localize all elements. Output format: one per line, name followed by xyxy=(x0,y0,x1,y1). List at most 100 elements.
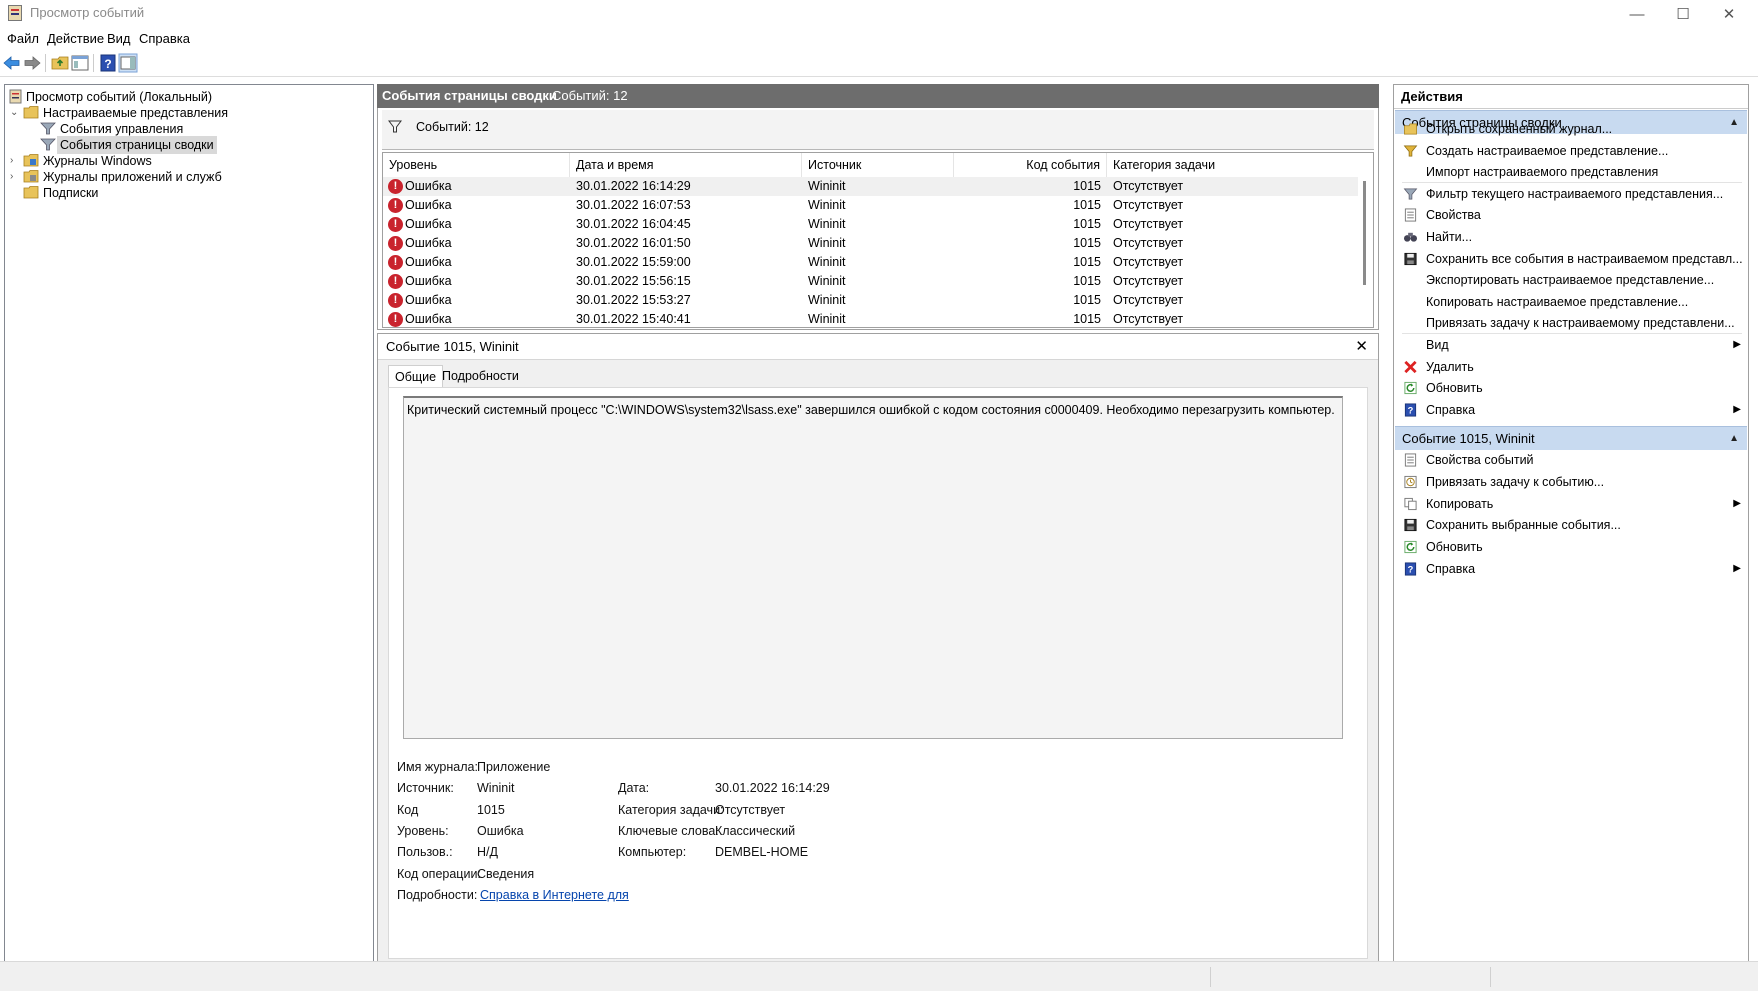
action-items1-0[interactable]: Открыть сохраненный журнал... xyxy=(1395,117,1747,141)
action-items1-6[interactable]: Сохранить все события в настраиваемом пр… xyxy=(1395,247,1747,271)
attach-task-icon xyxy=(1404,475,1417,488)
submenu-arrow-icon: ▶ xyxy=(1733,563,1741,574)
maximize-button[interactable]: ☐ xyxy=(1660,0,1706,28)
vertical-scrollbar[interactable] xyxy=(1358,177,1373,327)
action-label: Найти... xyxy=(1426,230,1473,244)
computer-value[interactable]: DEMBEL-HOME xyxy=(715,845,808,859)
action-items2-3[interactable]: Сохранить выбранные события... xyxy=(1395,513,1747,537)
menu-help[interactable]: Справка xyxy=(139,31,190,46)
opcode-value[interactable]: Сведения xyxy=(477,867,534,881)
action-label: Удалить xyxy=(1426,359,1474,374)
action-items2-1[interactable]: Привязать задачу к событию... xyxy=(1395,470,1747,494)
open-log-icon xyxy=(1404,123,1417,135)
log-name-value[interactable]: Приложение xyxy=(477,760,550,774)
cell-event-id: 1015 xyxy=(1073,179,1101,193)
source-value[interactable]: Wininit xyxy=(477,781,515,795)
action-label: Копировать xyxy=(1426,496,1494,511)
action-items1-4[interactable]: Свойства xyxy=(1395,203,1747,227)
table-row[interactable]: ! Ошибка 30.01.2022 15:59:00 Wininit 1015 Отс… xyxy=(383,253,1358,272)
show-hide-action-pane-icon[interactable] xyxy=(118,53,138,73)
save-icon xyxy=(1404,519,1417,532)
action-items1-7[interactable]: Экспортировать настраиваемое представлен… xyxy=(1395,268,1747,292)
action-divider xyxy=(1402,181,1742,183)
online-help-link[interactable]: Справка в Интернете для xyxy=(480,888,629,902)
filter-icon xyxy=(388,120,402,133)
table-row[interactable]: ! Ошибка 30.01.2022 15:56:15 Wininit 1015 Отс… xyxy=(383,272,1358,291)
action-items1-1[interactable]: Создать настраиваемое представление... xyxy=(1395,139,1747,163)
scrollbar-thumb[interactable] xyxy=(1363,181,1366,285)
action-items1-5[interactable]: Найти... xyxy=(1395,225,1747,249)
action-items1-3[interactable]: Фильтр текущего настраиваемого представл… xyxy=(1395,182,1747,206)
help-icon[interactable]: ? xyxy=(98,53,118,73)
cell-event-id: 1015 xyxy=(1073,293,1101,307)
forward-icon[interactable] xyxy=(22,53,42,73)
action-label: Привязать задачу к событию... xyxy=(1426,474,1605,489)
table-row[interactable]: ! Ошибка 30.01.2022 15:40:41 Wininit 1015 Отс… xyxy=(383,310,1358,327)
refresh-icon xyxy=(1404,382,1417,395)
code-value[interactable]: 1015 xyxy=(477,803,505,817)
tab-details[interactable]: Подробности xyxy=(436,365,525,387)
cell-source: Wininit xyxy=(808,255,846,269)
menu-action[interactable]: Действие xyxy=(47,31,104,46)
table-row[interactable]: ! Ошибка 30.01.2022 16:07:53 Wininit 1015 Отс… xyxy=(383,196,1358,215)
menu-view[interactable]: Вид xyxy=(107,31,131,46)
table-row[interactable]: ! Ошибка 30.01.2022 16:01:50 Wininit 1015 Отс… xyxy=(383,234,1358,253)
table-row[interactable]: ! Ошибка 30.01.2022 15:53:27 Wininit 1015 Отс… xyxy=(383,291,1358,310)
action-items1-2[interactable]: Импорт настраиваемого представления xyxy=(1395,160,1747,184)
action-items2-0[interactable]: Свойства событий xyxy=(1395,448,1747,472)
show-hide-tree-icon[interactable] xyxy=(70,53,90,73)
chevron-down-icon[interactable]: ⌄ xyxy=(10,104,20,122)
minimize-button[interactable]: — xyxy=(1614,0,1660,28)
action-items1-11[interactable]: Удалить xyxy=(1395,355,1747,379)
action-items1-8[interactable]: Копировать настраиваемое представление..… xyxy=(1395,290,1747,314)
action-items2-4[interactable]: Обновить xyxy=(1395,535,1747,559)
close-detail-button[interactable]: ✕ xyxy=(1355,337,1368,355)
copy-icon xyxy=(1404,497,1417,510)
action-items1-12[interactable]: Обновить xyxy=(1395,376,1747,400)
error-icon: ! xyxy=(388,274,403,289)
column-header-level[interactable]: Уровень xyxy=(383,153,570,177)
event-message[interactable]: Критический системный процесс "C:\WINDOW… xyxy=(403,396,1343,739)
table-row[interactable]: ! Ошибка 30.01.2022 16:14:29 Wininit 1015 Отс… xyxy=(383,177,1358,196)
menu-bar: Файл Действие Вид Справка xyxy=(0,28,1758,50)
up-folder-icon[interactable] xyxy=(50,53,70,73)
action-items1-10[interactable]: Вид ▶ xyxy=(1395,333,1747,357)
close-window-button[interactable]: ✕ xyxy=(1706,0,1752,28)
cell-datetime: 30.01.2022 15:40:41 xyxy=(576,312,691,326)
action-items1-13[interactable]: ? Справка ▶ xyxy=(1395,398,1747,422)
cell-source: Wininit xyxy=(808,274,846,288)
column-header-task-category[interactable]: Категория задачи xyxy=(1107,153,1261,177)
table-row[interactable]: ! Ошибка 30.01.2022 16:04:45 Wininit 1015 Отс… xyxy=(383,215,1358,234)
keywords-label: Ключевые слова: xyxy=(618,824,719,838)
date-label: Дата: xyxy=(618,781,650,795)
user-value[interactable]: Н/Д xyxy=(477,845,498,859)
delete-icon xyxy=(1404,360,1417,373)
column-header-event-id[interactable]: Код события xyxy=(954,153,1107,177)
event-count: Событий: 12 xyxy=(552,88,628,103)
chevron-right-icon[interactable]: › xyxy=(10,168,20,186)
error-icon: ! xyxy=(388,217,403,232)
action-label: Вид xyxy=(1426,338,1449,352)
action-label: Обновить xyxy=(1426,540,1483,555)
cell-source: Wininit xyxy=(808,312,846,326)
detail-title: Событие 1015, Wininit xyxy=(386,339,519,354)
column-header-source[interactable]: Источник xyxy=(802,153,954,177)
column-header-datetime[interactable]: Дата и время xyxy=(570,153,802,177)
actions-section-event[interactable]: Событие 1015, Wininit ▲ xyxy=(1395,426,1747,450)
task-category-value[interactable]: Отсутствует xyxy=(715,803,785,817)
level-value[interactable]: Ошибка xyxy=(477,824,524,838)
svg-text:?: ? xyxy=(1408,406,1414,416)
events-table: Уровень Дата и время Источник Код событи… xyxy=(382,152,1374,328)
computer-label: Компьютер: xyxy=(618,845,687,859)
keywords-value[interactable]: Классический xyxy=(715,824,795,838)
action-items2-5[interactable]: ? Справка ▶ xyxy=(1395,557,1747,581)
error-icon: ! xyxy=(388,179,403,194)
date-value[interactable]: 30.01.2022 16:14:29 xyxy=(715,781,830,795)
action-items1-9[interactable]: Привязать задачу к настраиваемому предст… xyxy=(1395,311,1747,335)
menu-file[interactable]: Файл xyxy=(7,31,39,46)
folder-icon xyxy=(23,106,39,119)
back-icon[interactable] xyxy=(2,53,22,73)
tab-general[interactable]: Общие xyxy=(388,365,444,387)
cell-level: Ошибка xyxy=(405,255,452,269)
action-items2-2[interactable]: Копировать ▶ xyxy=(1395,492,1747,516)
